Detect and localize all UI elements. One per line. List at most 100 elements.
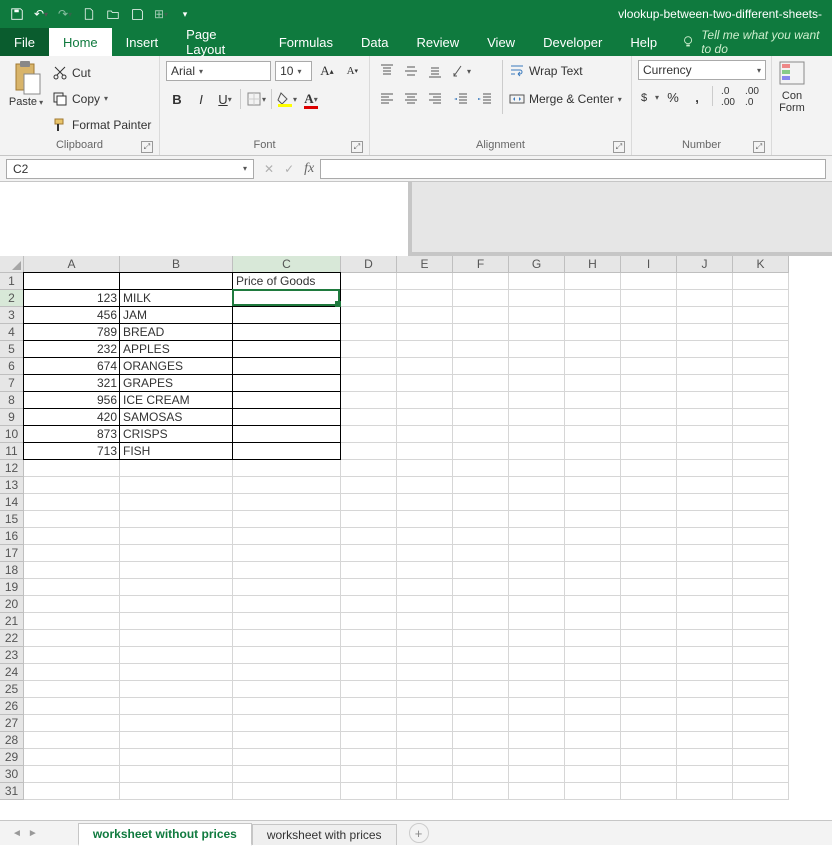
cell[interactable] (677, 596, 733, 613)
cell[interactable] (341, 528, 397, 545)
cell[interactable] (341, 511, 397, 528)
column-header-H[interactable]: H (565, 256, 621, 273)
formula-input[interactable] (320, 159, 826, 179)
align-middle-icon[interactable] (400, 60, 422, 82)
font-dialog-launcher[interactable]: ⤢ (351, 141, 363, 153)
row-header-10[interactable]: 10 (0, 426, 24, 443)
cell-value[interactable]: 123 (24, 290, 120, 307)
cell[interactable] (341, 443, 397, 460)
cell[interactable] (24, 596, 120, 613)
cell[interactable] (397, 324, 453, 341)
cell[interactable] (120, 511, 233, 528)
cell[interactable] (677, 290, 733, 307)
cell[interactable] (677, 528, 733, 545)
cell[interactable] (233, 307, 341, 324)
increase-decimal-icon[interactable]: .0.00 (717, 86, 739, 108)
cell[interactable] (397, 341, 453, 358)
cell[interactable] (233, 630, 341, 647)
decrease-decimal-icon[interactable]: .00.0 (741, 86, 763, 108)
new-icon[interactable] (78, 3, 100, 25)
row-header-20[interactable]: 20 (0, 596, 24, 613)
cell[interactable] (621, 596, 677, 613)
cell[interactable] (453, 545, 509, 562)
cell[interactable] (120, 783, 233, 800)
sheet-nav-prev-icon[interactable]: ◄ (12, 828, 22, 839)
cell[interactable] (24, 647, 120, 664)
cell[interactable] (453, 375, 509, 392)
underline-button[interactable]: U▾ (214, 88, 236, 110)
cell[interactable] (509, 630, 565, 647)
merge-center-button[interactable]: Merge & Center▾ (509, 88, 622, 110)
cell[interactable] (24, 732, 120, 749)
format-painter-button[interactable]: Format Painter (52, 114, 151, 136)
cell[interactable] (509, 273, 565, 290)
cell[interactable] (509, 477, 565, 494)
cell[interactable] (397, 749, 453, 766)
cell[interactable] (233, 341, 341, 358)
cell[interactable] (453, 426, 509, 443)
save-icon[interactable] (6, 3, 28, 25)
cell[interactable] (565, 443, 621, 460)
row-header-22[interactable]: 22 (0, 630, 24, 647)
cell[interactable] (397, 766, 453, 783)
cell[interactable] (509, 766, 565, 783)
cell[interactable] (621, 426, 677, 443)
cell[interactable] (677, 681, 733, 698)
row-header-7[interactable]: 7 (0, 375, 24, 392)
cell[interactable] (677, 375, 733, 392)
cell[interactable] (397, 290, 453, 307)
cell[interactable] (120, 732, 233, 749)
cell-value[interactable]: Price of Goods (233, 273, 341, 290)
cell[interactable] (453, 732, 509, 749)
cell[interactable] (509, 613, 565, 630)
number-format-combo[interactable]: Currency▾ (638, 60, 766, 80)
cell[interactable] (677, 715, 733, 732)
row-header-6[interactable]: 6 (0, 358, 24, 375)
cell[interactable] (565, 358, 621, 375)
align-bottom-icon[interactable] (424, 60, 446, 82)
cell[interactable] (677, 273, 733, 290)
cell[interactable] (509, 511, 565, 528)
cell[interactable] (24, 783, 120, 800)
cell[interactable] (621, 494, 677, 511)
cell[interactable] (677, 732, 733, 749)
cell[interactable] (397, 494, 453, 511)
cell[interactable] (565, 732, 621, 749)
cell[interactable] (509, 715, 565, 732)
cell[interactable] (677, 783, 733, 800)
sheet-tab-other[interactable]: worksheet with prices (252, 824, 397, 845)
cell[interactable] (341, 290, 397, 307)
paste-button[interactable]: Paste▾ (9, 96, 43, 108)
cell[interactable] (397, 681, 453, 698)
increase-font-icon[interactable]: A▴ (316, 60, 337, 82)
cell-value[interactable]: JAM (120, 307, 233, 324)
cell[interactable] (453, 681, 509, 698)
cell[interactable] (341, 477, 397, 494)
cell[interactable] (509, 562, 565, 579)
conditional-formatting-button[interactable]: ConForm (778, 60, 806, 137)
cell[interactable] (565, 392, 621, 409)
cell[interactable] (453, 290, 509, 307)
cell[interactable] (233, 613, 341, 630)
row-header-8[interactable]: 8 (0, 392, 24, 409)
cell[interactable] (453, 511, 509, 528)
cell[interactable] (509, 341, 565, 358)
column-header-B[interactable]: B (120, 256, 233, 273)
cell[interactable] (397, 698, 453, 715)
cell[interactable] (120, 562, 233, 579)
column-header-D[interactable]: D (341, 256, 397, 273)
cell[interactable] (677, 409, 733, 426)
save2-icon[interactable] (126, 3, 148, 25)
cell[interactable] (341, 630, 397, 647)
cell[interactable] (24, 766, 120, 783)
row-header-9[interactable]: 9 (0, 409, 24, 426)
cell[interactable] (233, 511, 341, 528)
cell[interactable] (677, 766, 733, 783)
cell[interactable] (733, 613, 789, 630)
cell[interactable] (453, 630, 509, 647)
cell[interactable] (509, 443, 565, 460)
cell-value[interactable]: MILK (120, 290, 233, 307)
borders-button[interactable]: ▾ (245, 88, 267, 110)
cell[interactable] (565, 647, 621, 664)
qat-customize-icon[interactable]: ▾ (174, 3, 196, 25)
